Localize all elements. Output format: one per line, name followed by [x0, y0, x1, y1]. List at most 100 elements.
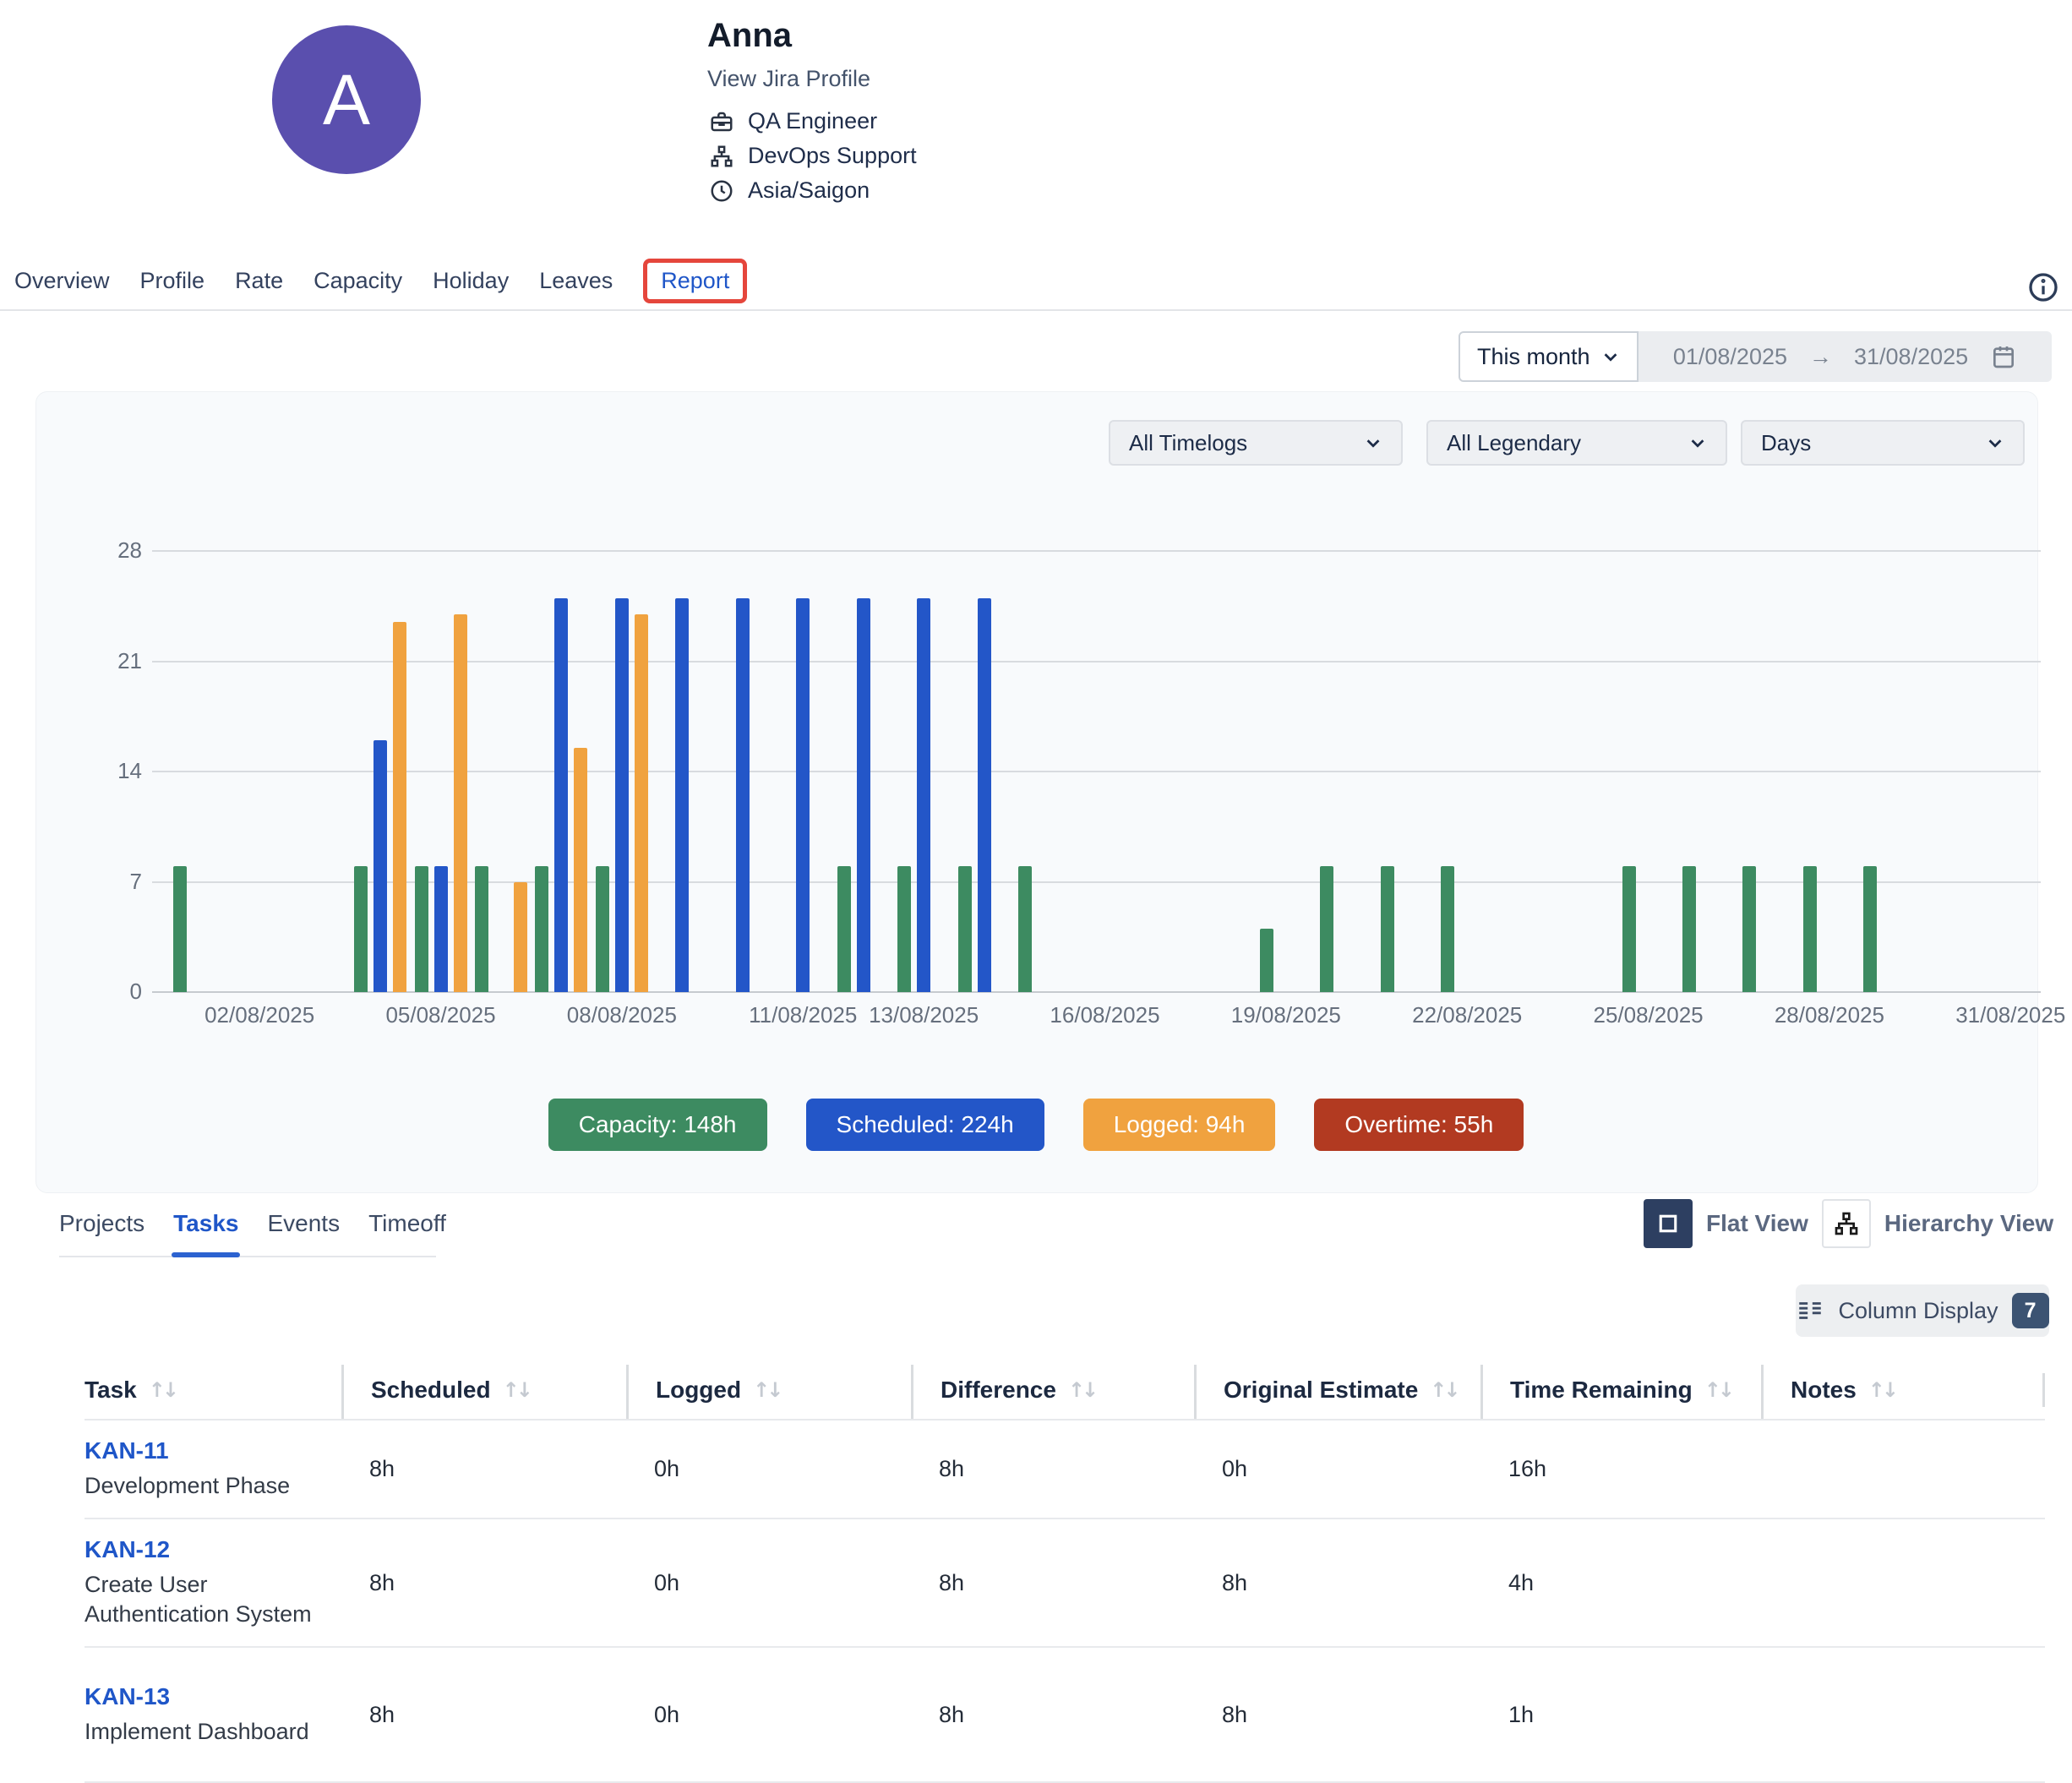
tab-overview[interactable]: Overview — [14, 268, 110, 294]
col-header-original-estimate[interactable]: Original Estimate↑↓ — [1194, 1365, 1480, 1419]
tab-projects[interactable]: Projects — [59, 1210, 144, 1237]
task-key-link[interactable]: KAN-13 — [85, 1683, 333, 1710]
sort-icon[interactable]: ↑↓ — [1068, 1378, 1095, 1402]
logged-bar[interactable] — [393, 622, 406, 992]
legend-capacity-chip[interactable]: Capacity: 148h — [548, 1099, 767, 1151]
chart-card — [35, 391, 2038, 1193]
scheduled-bar[interactable] — [374, 740, 387, 992]
time-remaining-value: 16h — [1480, 1420, 1761, 1518]
col-header-time-remaining[interactable]: Time Remaining↑↓ — [1480, 1365, 1761, 1419]
col-header-logged[interactable]: Logged↑↓ — [626, 1365, 911, 1419]
col-header-task[interactable]: Task↑↓ — [85, 1365, 341, 1419]
legendary-filter-select[interactable]: All Legendary — [1426, 420, 1727, 466]
task-summary: Create User Authentication System — [85, 1570, 333, 1629]
end-date[interactable]: 31/08/2025 — [1854, 344, 1968, 370]
legend-logged-chip[interactable]: Logged: 94h — [1083, 1099, 1276, 1151]
column-display-button[interactable]: Column Display 7 — [1796, 1284, 2049, 1337]
sort-icon[interactable]: ↑↓ — [1868, 1378, 1895, 1402]
column-display-label: Column Display — [1838, 1298, 1998, 1324]
sort-icon[interactable]: ↑↓ — [503, 1378, 530, 1402]
flat-view-button[interactable] — [1644, 1199, 1693, 1248]
capacity-bar[interactable] — [415, 866, 428, 992]
table-row: KAN-12 Create User Authentication System… — [85, 1519, 2045, 1648]
scheduled-bar[interactable] — [796, 598, 810, 992]
capacity-bar[interactable] — [354, 866, 368, 992]
logged-value: 0h — [626, 1420, 911, 1518]
tab-profile[interactable]: Profile — [140, 268, 205, 294]
original-estimate-value: 0h — [1194, 1420, 1480, 1518]
period-preset-select[interactable]: This month — [1459, 331, 1639, 382]
tab-tasks[interactable]: Tasks — [173, 1210, 238, 1237]
scheduled-bar[interactable] — [434, 866, 448, 992]
capacity-bar[interactable] — [1863, 866, 1877, 992]
capacity-bar[interactable] — [837, 866, 851, 992]
original-estimate-value: 8h — [1194, 1519, 1480, 1646]
logged-bar[interactable] — [454, 614, 467, 992]
scheduled-bar[interactable] — [978, 598, 991, 992]
capacity-bar[interactable] — [897, 866, 911, 992]
column-count-badge: 7 — [2012, 1293, 2049, 1328]
detail-tabs: Projects Tasks Events Timeoff — [59, 1210, 436, 1257]
sort-icon[interactable]: ↑↓ — [149, 1378, 176, 1402]
logged-bar[interactable] — [635, 614, 648, 992]
unit-filter-select[interactable]: Days — [1741, 420, 2025, 466]
capacity-bar[interactable] — [535, 866, 548, 992]
capacity-bar[interactable] — [1018, 866, 1032, 992]
capacity-bar[interactable] — [1742, 866, 1756, 992]
capacity-bar[interactable] — [475, 866, 488, 992]
scheduled-bar[interactable] — [615, 598, 629, 992]
sort-icon[interactable]: ↑↓ — [1704, 1378, 1731, 1402]
legend-scheduled-chip[interactable]: Scheduled: 224h — [806, 1099, 1044, 1151]
capacity-bar[interactable] — [1803, 866, 1817, 992]
capacity-bar[interactable] — [1260, 929, 1273, 992]
task-key-link[interactable]: KAN-12 — [85, 1536, 333, 1563]
col-header-scheduled[interactable]: Scheduled↑↓ — [341, 1365, 626, 1419]
tab-rate[interactable]: Rate — [235, 268, 283, 294]
start-date[interactable]: 01/08/2025 — [1673, 344, 1787, 370]
capacity-bar[interactable] — [1622, 866, 1636, 992]
tab-timeoff[interactable]: Timeoff — [368, 1210, 446, 1237]
date-range[interactable]: 01/08/2025 → 31/08/2025 — [1639, 331, 2052, 382]
timelogs-filter-value: All Timelogs — [1129, 430, 1247, 456]
task-key-link[interactable]: KAN-11 — [85, 1437, 333, 1464]
role-row: QA Engineer — [709, 108, 917, 134]
timezone-label: Asia/Saigon — [748, 177, 870, 204]
calendar-icon[interactable] — [1990, 343, 2017, 370]
timelogs-filter-select[interactable]: All Timelogs — [1109, 420, 1403, 466]
avatar: A — [272, 25, 421, 174]
capacity-bar[interactable] — [1381, 866, 1394, 992]
info-icon[interactable] — [2026, 270, 2060, 304]
scheduled-bar[interactable] — [917, 598, 930, 992]
logged-bar[interactable] — [574, 748, 587, 992]
tab-events[interactable]: Events — [267, 1210, 340, 1237]
sort-icon[interactable]: ↑↓ — [1430, 1378, 1457, 1402]
scheduled-value: 8h — [341, 1648, 626, 1781]
difference-value: 8h — [911, 1420, 1194, 1518]
col-header-difference[interactable]: Difference↑↓ — [911, 1365, 1194, 1419]
columns-icon — [1796, 1296, 1824, 1325]
table-row: KAN-11 Development Phase 8h 0h 8h 0h 16h — [85, 1420, 2045, 1519]
timezone-row: Asia/Saigon — [709, 177, 917, 204]
tab-capacity[interactable]: Capacity — [314, 268, 402, 294]
scheduled-bar[interactable] — [675, 598, 689, 992]
capacity-bar[interactable] — [596, 866, 609, 992]
capacity-bar[interactable] — [1320, 866, 1333, 992]
hierarchy-view-button[interactable] — [1822, 1199, 1871, 1248]
capacity-bar[interactable] — [958, 866, 972, 992]
view-jira-profile-link[interactable]: View Jira Profile — [707, 66, 870, 92]
tab-holiday[interactable]: Holiday — [433, 268, 509, 294]
scheduled-bar[interactable] — [554, 598, 568, 992]
unit-filter-value: Days — [1761, 430, 1811, 456]
legend-overtime-chip[interactable]: Overtime: 55h — [1314, 1099, 1524, 1151]
capacity-bar[interactable] — [173, 866, 187, 992]
capacity-bar[interactable] — [1682, 866, 1696, 992]
logged-bar[interactable] — [514, 882, 527, 993]
col-header-notes[interactable]: Notes↑↓ — [1761, 1365, 2045, 1419]
briefcase-icon — [709, 109, 734, 134]
tab-leaves[interactable]: Leaves — [539, 268, 613, 294]
scheduled-bar[interactable] — [736, 598, 750, 992]
scheduled-bar[interactable] — [857, 598, 870, 992]
tab-report[interactable]: Report — [661, 268, 729, 293]
sort-icon[interactable]: ↑↓ — [753, 1378, 780, 1402]
capacity-bar[interactable] — [1441, 866, 1454, 992]
